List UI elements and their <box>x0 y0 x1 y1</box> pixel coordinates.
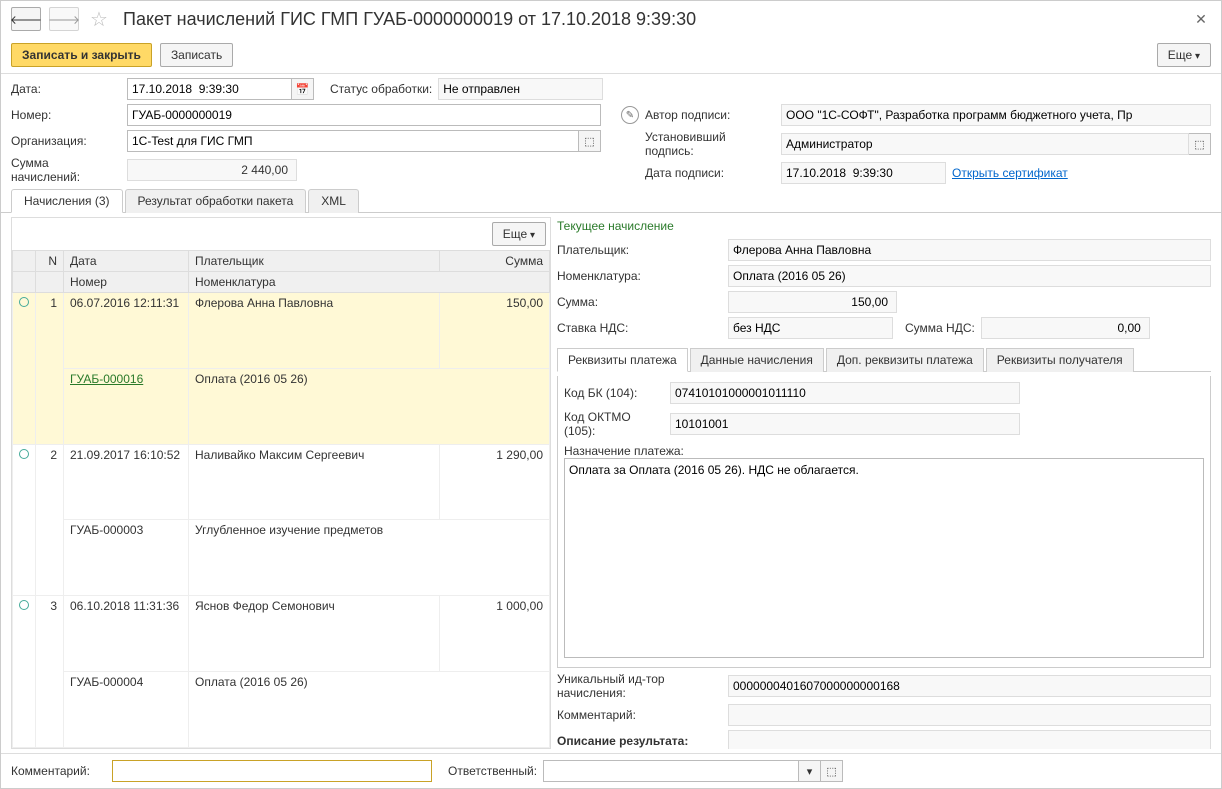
org-label: Организация: <box>11 134 121 148</box>
detail-panel: Текущее начисление Плательщик: Номенклат… <box>557 217 1211 749</box>
accruals-table-panel: Еще N Дата Плательщик Сумма Номер <box>11 217 551 749</box>
oktmo-field <box>670 413 1020 435</box>
more-button[interactable]: Еще <box>1157 43 1211 67</box>
tab-accruals[interactable]: Начисления (3) <box>11 189 123 213</box>
detail-payer-label: Плательщик: <box>557 243 722 257</box>
col-status <box>13 251 36 272</box>
responsible-field[interactable] <box>543 760 799 782</box>
detail-comment-field <box>728 704 1211 726</box>
result-field <box>728 730 1211 749</box>
nav-forward-button[interactable]: 🡒 <box>49 7 79 31</box>
detail-vatrate-field <box>728 317 893 339</box>
status-dot-icon <box>19 297 29 307</box>
subtab-accrual-data[interactable]: Данные начисления <box>690 348 824 372</box>
subtab-payment-req[interactable]: Реквизиты платежа <box>557 348 688 372</box>
titlebar: 🡐 🡒 ☆ Пакет начислений ГИС ГМП ГУАБ-0000… <box>1 1 1221 37</box>
footer-comment-field[interactable] <box>112 760 432 782</box>
status-dot-icon <box>19 600 29 610</box>
signature-icon: ✎ <box>621 106 639 124</box>
toolbar: Записать и закрыть Записать Еще <box>1 37 1221 74</box>
sum-label: Сумма начислений: <box>11 156 121 184</box>
detail-payer-field <box>728 239 1211 261</box>
tab-result[interactable]: Результат обработки пакета <box>125 189 307 213</box>
table-row[interactable]: 2 21.09.2017 16:10:52 Наливайко Максим С… <box>13 444 550 520</box>
calendar-icon[interactable]: 📅 <box>292 78 314 100</box>
responsible-label: Ответственный: <box>448 764 537 778</box>
footer-bar: Комментарий: Ответственный: ▾ ⬚ <box>1 753 1221 788</box>
detail-vatsum-field <box>981 317 1150 339</box>
col-nomen: Номенклатура <box>189 272 550 293</box>
signer-open-icon[interactable]: ⬚ <box>1189 133 1211 155</box>
detail-sum-field <box>728 291 897 313</box>
detail-subtabs: Реквизиты платежа Данные начисления Доп.… <box>557 347 1211 372</box>
header-form: Дата: 📅 Статус обработки: Номер: Организ… <box>1 74 1221 188</box>
result-label: Описание результата: <box>557 734 722 748</box>
subtab-recipient[interactable]: Реквизиты получателя <box>986 348 1134 372</box>
detail-sum-label: Сумма: <box>557 295 722 309</box>
number-field[interactable] <box>127 104 601 126</box>
save-and-close-button[interactable]: Записать и закрыть <box>11 43 152 67</box>
detail-nomen-field <box>728 265 1211 287</box>
org-open-icon[interactable]: ⬚ <box>579 130 601 152</box>
open-certificate-link[interactable]: Открыть сертификат <box>952 166 1068 180</box>
author-label: Автор подписи: <box>645 108 775 122</box>
oktmo-label: Код ОКТМО (105): <box>564 410 664 438</box>
detail-nomen-label: Номенклатура: <box>557 269 722 283</box>
subtab-additional[interactable]: Доп. реквизиты платежа <box>826 348 984 372</box>
sum-value: 2 440,00 <box>127 159 297 181</box>
uid-field <box>728 675 1211 697</box>
subtab-content: Код БК (104): Код ОКТМО (105): Назначени… <box>557 376 1211 668</box>
table-more-button[interactable]: Еще <box>492 222 546 246</box>
save-button[interactable]: Записать <box>160 43 233 67</box>
table-row[interactable]: ГУАБ-000003 Углубленное изучение предмет… <box>13 520 550 596</box>
accruals-table: N Дата Плательщик Сумма Номер Номенклату… <box>12 250 550 748</box>
col-payer: Плательщик <box>189 251 440 272</box>
col-number: Номер <box>64 272 189 293</box>
detail-comment-label: Комментарий: <box>557 708 722 722</box>
purpose-field <box>564 458 1204 658</box>
author-field <box>781 104 1211 126</box>
date-field[interactable] <box>127 78 292 100</box>
kbk-field <box>670 382 1020 404</box>
detail-vatsum-label: Сумма НДС: <box>905 321 975 335</box>
col-n: N <box>36 251 64 272</box>
responsible-dropdown-icon[interactable]: ▾ <box>799 760 821 782</box>
detail-vatrate-label: Ставка НДС: <box>557 321 722 335</box>
signer-field <box>781 133 1189 155</box>
table-row[interactable]: 3 06.10.2018 11:31:36 Яснов Федор Семоно… <box>13 596 550 672</box>
org-field[interactable] <box>127 130 579 152</box>
status-field <box>438 78 603 100</box>
status-label: Статус обработки: <box>330 82 432 96</box>
col-amount: Сумма <box>440 251 550 272</box>
responsible-open-icon[interactable]: ⬚ <box>821 760 843 782</box>
nav-back-button[interactable]: 🡐 <box>11 7 41 31</box>
close-icon[interactable]: ✕ <box>1191 9 1211 29</box>
favorite-icon[interactable]: ☆ <box>87 7 111 31</box>
purpose-label: Назначение платежа: <box>564 444 684 458</box>
number-label: Номер: <box>11 108 121 122</box>
main-tabs: Начисления (3) Результат обработки пакет… <box>1 188 1221 213</box>
status-dot-icon <box>19 449 29 459</box>
table-row[interactable]: ГУАБ-000004 Оплата (2016 05 26) <box>13 672 550 748</box>
table-row[interactable]: ГУАБ-000016 Оплата (2016 05 26) <box>13 368 550 444</box>
kbk-label: Код БК (104): <box>564 386 664 400</box>
uid-label: Уникальный ид-тор начисления: <box>557 672 722 700</box>
window-title: Пакет начислений ГИС ГМП ГУАБ-0000000019… <box>123 9 1183 30</box>
sign-date-label: Дата подписи: <box>645 166 775 180</box>
signer-label: Установивший подпись: <box>645 130 775 158</box>
footer-comment-label: Комментарий: <box>11 764 106 778</box>
table-row[interactable]: 1 06.07.2016 12:11:31 Флерова Анна Павло… <box>13 293 550 369</box>
tab-xml[interactable]: XML <box>308 189 359 213</box>
date-label: Дата: <box>11 82 121 96</box>
col-date: Дата <box>64 251 189 272</box>
detail-title: Текущее начисление <box>557 217 1211 235</box>
sign-date-field <box>781 162 946 184</box>
